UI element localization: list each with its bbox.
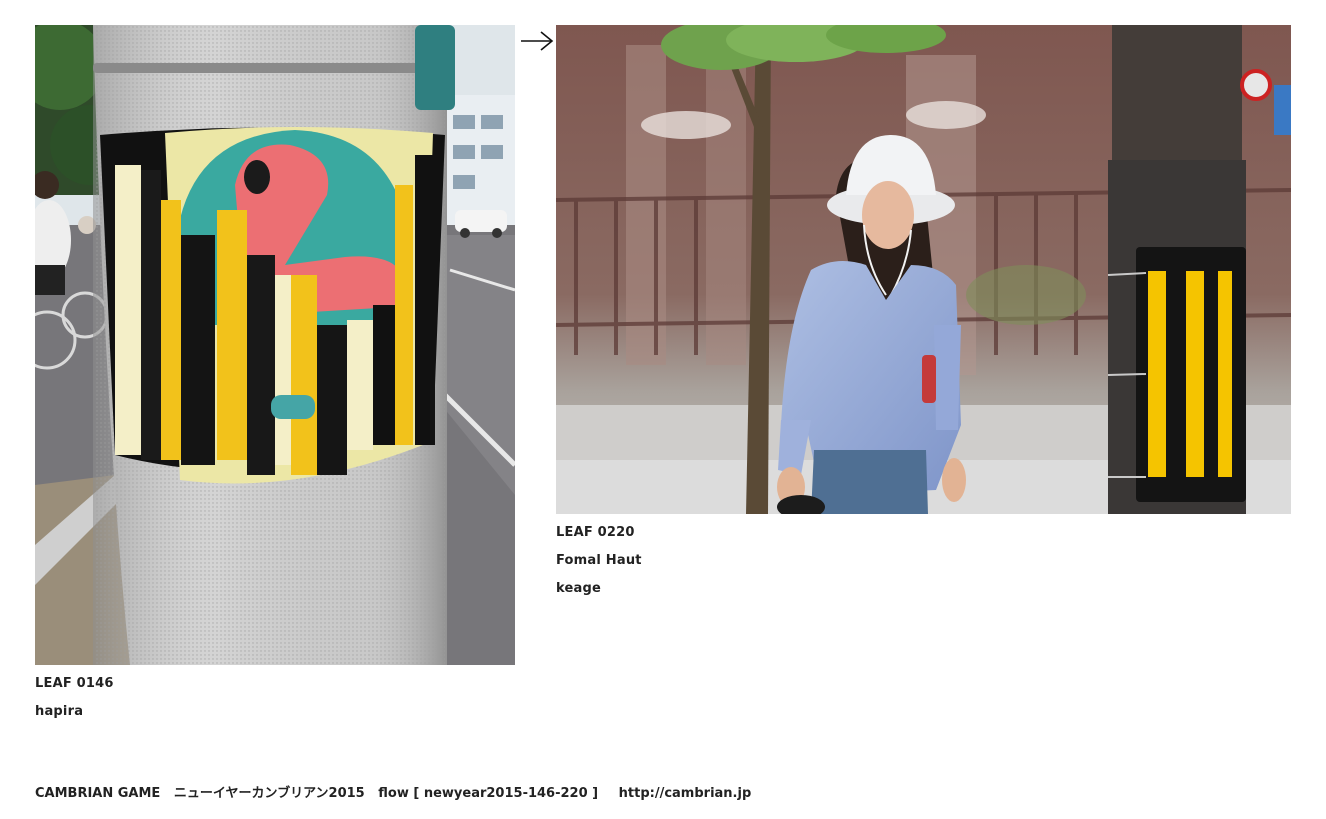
pole-sticker-image [35,25,515,665]
leaf-0220-location[interactable]: keage [556,581,601,597]
footer-flow: flow [ newyear2015-146-220 ] [378,786,599,801]
footer-url[interactable]: http://cambrian.jp [619,786,752,801]
footer-brand[interactable]: CAMBRIAN GAME [35,786,160,801]
leaf-0146-number: LEAF 0146 [35,676,114,691]
woman-with-hat-image [556,25,1291,514]
right-arrow-icon[interactable] [519,30,555,52]
photo-leaf-0146[interactable] [35,25,515,665]
footer: CAMBRIAN GAME ニューイヤーカンブリアン2015 flow [ ne… [35,786,760,802]
leaf-0220-number: LEAF 0220 [556,525,635,540]
photo-leaf-0220[interactable] [556,25,1291,514]
footer-event[interactable]: ニューイヤーカンブリアン2015 [174,786,365,801]
leaf-0146-title[interactable]: hapira [35,704,83,720]
leaf-0220-title[interactable]: Fomal Haut [556,553,642,569]
